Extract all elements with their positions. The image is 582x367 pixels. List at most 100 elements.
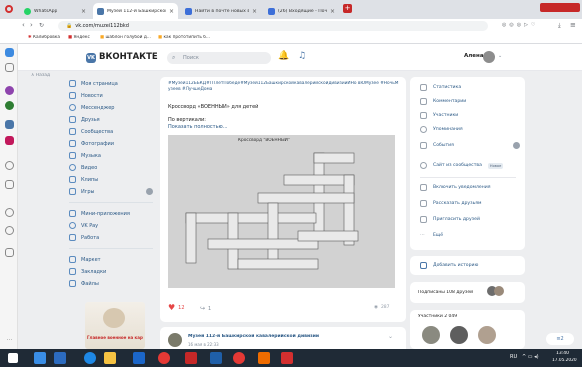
menu-item-my-page[interactable]: Моя страница: [69, 80, 118, 87]
menu-item-friends[interactable]: Друзья: [69, 116, 100, 123]
post-hashtags[interactable]: #Музей112ББКД#ПТлетПобеде#Музей112Башкир…: [168, 81, 400, 93]
tab-whatsapp[interactable]: WhatsApp ×: [20, 3, 90, 19]
tab-mail-search[interactable]: Найти в почте новых в эл. ×: [181, 3, 261, 19]
crossword-image[interactable]: Кроссворд "ВОЕННЫЙ": [168, 135, 395, 288]
menu-item-communities[interactable]: Сообщества: [69, 128, 113, 135]
action-comments[interactable]: Комментарии: [420, 98, 466, 105]
close-tab-icon[interactable]: ×: [81, 8, 86, 15]
bookmark-item[interactable]: ■ как прототипить б...: [158, 35, 210, 40]
clock-time[interactable]: 13:40: [556, 351, 569, 356]
reload-icon[interactable]: ↻: [39, 22, 44, 29]
action-community-site[interactable]: Сайт из сообщества Новое: [420, 162, 504, 169]
back-icon[interactable]: ‹: [22, 21, 25, 29]
info-icon[interactable]: [513, 142, 520, 149]
file-explorer-icon[interactable]: [104, 352, 116, 364]
action-statistics[interactable]: Статистика: [420, 84, 461, 91]
window-controls[interactable]: [540, 3, 580, 12]
taskbar-app-icon[interactable]: [281, 352, 293, 364]
url-field[interactable]: 🔒 vk.com/muzei112bkd: [58, 21, 488, 31]
instagram-icon[interactable]: [5, 136, 14, 145]
taskbar-app-icon[interactable]: [34, 352, 46, 364]
clock-icon[interactable]: [5, 161, 14, 170]
show-more-link[interactable]: Показать полностью...: [168, 124, 228, 130]
edge-icon[interactable]: [84, 352, 96, 364]
chevron-down-icon[interactable]: ⌄: [498, 53, 502, 59]
action-members[interactable]: Участники: [420, 112, 458, 119]
menu-item-news[interactable]: Новости: [69, 92, 103, 99]
action-enable-notifications[interactable]: Включить уведомления: [420, 184, 491, 191]
menu-item-mini-apps[interactable]: Мини-приложения: [69, 210, 130, 217]
tab-vk-museum[interactable]: Музей 112-й Башкирской ×: [93, 3, 178, 19]
menu-item-games[interactable]: Игры: [69, 188, 153, 195]
chat-bubble-button[interactable]: ≡2: [546, 333, 574, 345]
share-button[interactable]: ↪ 1: [200, 305, 211, 312]
extensions-icons[interactable]: ◎◎◎▷♡: [502, 22, 550, 29]
action-tell-friends[interactable]: Рассказать друзьям: [420, 200, 482, 207]
menu-item-jobs[interactable]: Работа: [69, 234, 99, 241]
whatsapp-icon[interactable]: [5, 101, 14, 110]
taskbar-app-icon[interactable]: [54, 352, 66, 364]
messenger-icon[interactable]: [5, 86, 14, 95]
menu-item-vk-pay[interactable]: VK Pay: [69, 222, 98, 229]
post-author[interactable]: Музей 112-й Башкирской кавалерийской див…: [188, 334, 319, 339]
taskbar-app-icon[interactable]: [210, 352, 222, 364]
close-tab-icon[interactable]: ×: [169, 8, 174, 15]
more-icon[interactable]: ···: [5, 336, 14, 345]
forward-icon[interactable]: ›: [30, 21, 33, 29]
menu-item-photos[interactable]: Фотографии: [69, 140, 114, 147]
tab-mail-inbox[interactable]: (26) Входящие - Почта М. ×: [264, 3, 339, 19]
close-tab-icon[interactable]: ×: [330, 8, 335, 15]
heart-icon[interactable]: [5, 208, 14, 217]
location-icon[interactable]: [5, 248, 14, 257]
opera-icon[interactable]: [233, 352, 245, 364]
taskbar-app-icon[interactable]: [185, 352, 197, 364]
menu-item-video[interactable]: Видео: [69, 164, 97, 171]
history-icon[interactable]: [5, 226, 14, 235]
add-story-button[interactable]: Добавить историю: [420, 262, 478, 269]
opera-logo-icon[interactable]: [5, 5, 13, 13]
search-input[interactable]: ⌕ Поиск: [167, 52, 271, 64]
avatar[interactable]: [478, 326, 496, 344]
user-name[interactable]: Алена: [464, 53, 484, 59]
taskbar-app-icon[interactable]: [258, 352, 270, 364]
avatar[interactable]: [422, 326, 440, 344]
menu-item-music[interactable]: Музыка: [69, 152, 101, 159]
gear-icon[interactable]: [146, 188, 153, 195]
star-icon[interactable]: [5, 63, 14, 72]
action-events[interactable]: События: [420, 142, 520, 149]
menu-item-clips[interactable]: Клипы: [69, 176, 98, 183]
notification-bell-icon[interactable]: 🔔: [278, 51, 289, 62]
avatar[interactable]: [450, 326, 468, 344]
menu-item-bookmarks[interactable]: Закладки: [69, 268, 106, 275]
ad-banner[interactable]: Главное военное на карте...: [85, 302, 145, 349]
windows-start-icon[interactable]: [8, 353, 18, 363]
download-icon[interactable]: ⤓: [558, 22, 561, 30]
close-tab-icon[interactable]: ×: [252, 8, 257, 15]
menu-item-files[interactable]: Файлы: [69, 280, 99, 287]
members-count[interactable]: Участники 2 049: [418, 314, 457, 319]
clock-date[interactable]: 17.05.2020: [552, 358, 577, 363]
bookmark-item[interactable]: ✱ Калибровка: [28, 35, 60, 40]
menu-item-messenger[interactable]: Мессенджер: [69, 104, 114, 111]
vk-brand[interactable]: ВКОНТАКТЕ: [99, 52, 158, 62]
taskbar-app-icon[interactable]: [158, 352, 170, 364]
action-more[interactable]: ··· Ещё: [420, 232, 443, 239]
action-invite-friends[interactable]: Пригласить друзей: [420, 216, 480, 223]
avatar[interactable]: [483, 51, 495, 63]
tray-icons[interactable]: ^ ▭ ◂): [522, 354, 539, 360]
vk-logo-icon[interactable]: VK: [86, 53, 96, 63]
home-icon[interactable]: [5, 48, 14, 57]
menu-item-market[interactable]: Маркет: [69, 256, 101, 263]
post-menu-icon[interactable]: ⌄: [388, 333, 393, 340]
play-icon[interactable]: [5, 180, 14, 189]
post-time[interactable]: 16 мая в 22:33: [188, 342, 219, 347]
friends-subscribed-card[interactable]: Подписаны 108 друзей: [410, 282, 525, 303]
vk-icon[interactable]: [5, 120, 14, 129]
music-icon[interactable]: ♫: [298, 51, 306, 61]
avatar[interactable]: [168, 333, 182, 347]
bookmark-item[interactable]: ■ шаблон голубой д...: [100, 35, 151, 40]
back-link[interactable]: ∧ Назад: [31, 73, 50, 78]
like-button[interactable]: ♥ 12: [168, 303, 185, 312]
action-mentions[interactable]: Упоминания: [420, 126, 463, 133]
bookmark-item[interactable]: ■ Яндекс: [68, 35, 90, 40]
